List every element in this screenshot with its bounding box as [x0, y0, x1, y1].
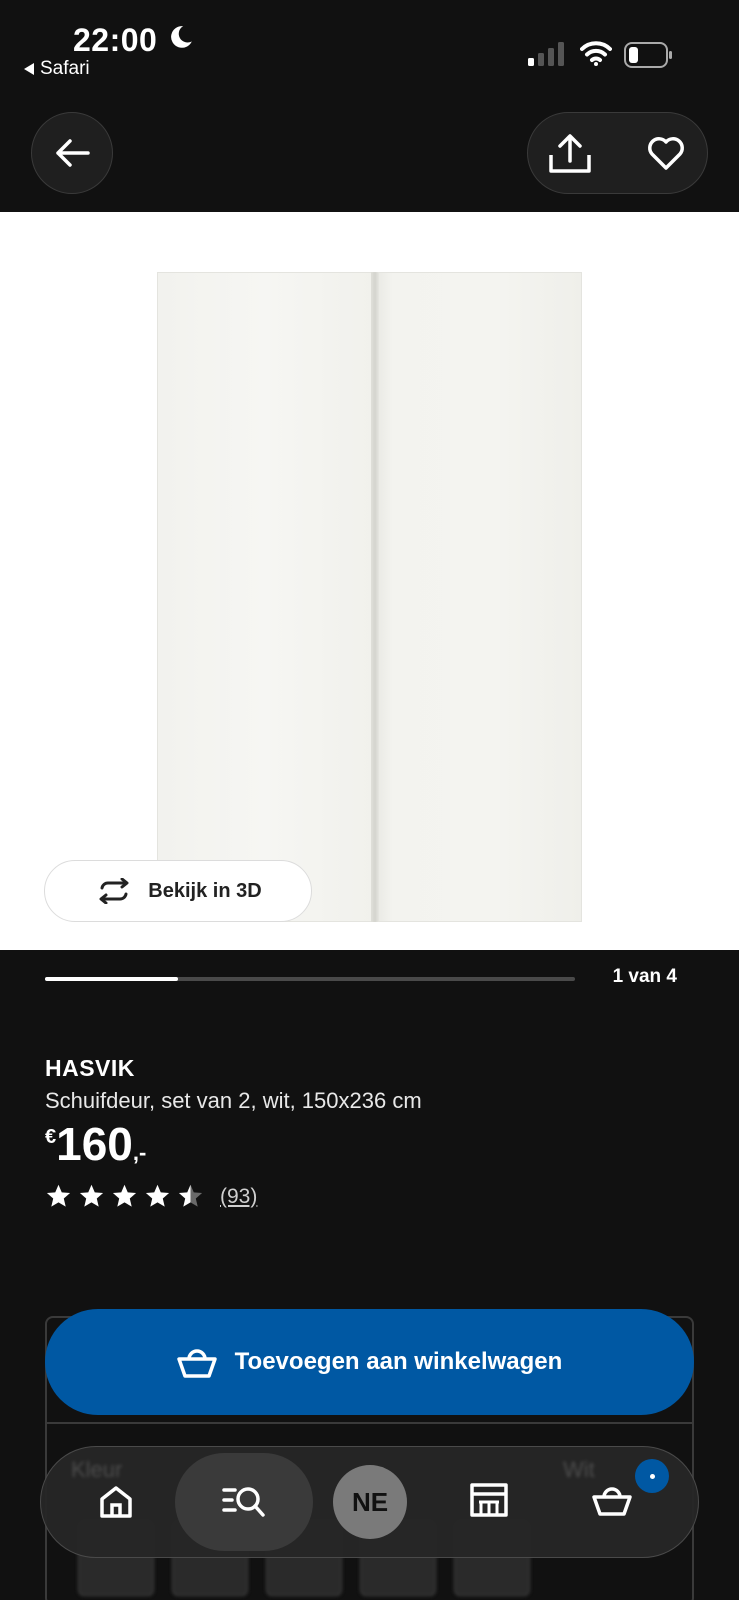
- back-to-app-link[interactable]: Safari: [24, 58, 90, 80]
- door-gap: [371, 272, 379, 922]
- door-panel-right: [375, 272, 582, 922]
- bottom-tab-bar: Kleur Wit NE: [40, 1446, 699, 1558]
- share-icon[interactable]: [548, 133, 592, 175]
- rating[interactable]: (93): [45, 1183, 257, 1210]
- search-list-icon: [222, 1487, 265, 1517]
- home-icon: [100, 1486, 132, 1518]
- product-image[interactable]: Bekijk in 3D: [0, 212, 739, 950]
- status-time: 22:00: [73, 22, 158, 58]
- options-divider: [45, 1422, 694, 1424]
- basket-icon: [592, 1487, 632, 1516]
- view-in-3d-label: Bekijk in 3D: [148, 879, 262, 902]
- back-arrow-icon: [56, 139, 90, 167]
- back-button[interactable]: [31, 112, 113, 194]
- view-in-3d-button[interactable]: Bekijk in 3D: [44, 860, 312, 922]
- product-price: € 160 ,-: [45, 1118, 146, 1170]
- price-suffix: ,-: [132, 1140, 147, 1165]
- back-app-label: Safari: [40, 58, 90, 79]
- tab-store[interactable]: [466, 1477, 512, 1523]
- star-icon: [112, 1184, 137, 1207]
- review-count-link[interactable]: (93): [220, 1185, 257, 1209]
- status-bar: 22:00 Safari: [0, 0, 739, 100]
- product-description: Schuifdeur, set van 2, wit, 150x236 cm: [45, 1088, 422, 1113]
- carousel-progress-fill: [45, 977, 178, 981]
- star-icon: [79, 1184, 104, 1207]
- page-counter: 1 van 4: [612, 966, 677, 987]
- star-icon: [46, 1184, 71, 1207]
- back-triangle-icon: [24, 63, 34, 75]
- signal-icon: [528, 42, 564, 66]
- heart-icon[interactable]: [646, 133, 686, 173]
- carousel-progress: [45, 977, 575, 981]
- battery-icon: [624, 42, 672, 68]
- price-amount: 160: [56, 1118, 133, 1170]
- wifi-icon: [580, 41, 612, 66]
- cart-badge-dot: [649, 1473, 655, 1479]
- basket-icon: [176, 1349, 217, 1378]
- star-icon: [178, 1184, 203, 1207]
- product-name[interactable]: HASVIK: [45, 1055, 135, 1082]
- price-currency: €: [45, 1126, 57, 1148]
- cart-badge: [635, 1459, 669, 1493]
- tab-home[interactable]: [91, 1477, 141, 1527]
- tab-profile[interactable]: NE: [333, 1465, 407, 1539]
- add-to-cart-button[interactable]: Toevoegen aan winkelwagen: [45, 1309, 694, 1415]
- share-favorite-group: [527, 112, 708, 194]
- star-icon: [145, 1184, 170, 1207]
- door-panel-left: [157, 272, 375, 922]
- tab-search[interactable]: [175, 1453, 313, 1551]
- store-icon: [470, 1483, 508, 1517]
- tab-cart[interactable]: [589, 1477, 635, 1523]
- add-to-cart-label: Toevoegen aan winkelwagen: [234, 1348, 563, 1375]
- top-navigation: [0, 100, 739, 212]
- moon-icon: [171, 26, 192, 48]
- rotate-3d-icon: [99, 878, 129, 904]
